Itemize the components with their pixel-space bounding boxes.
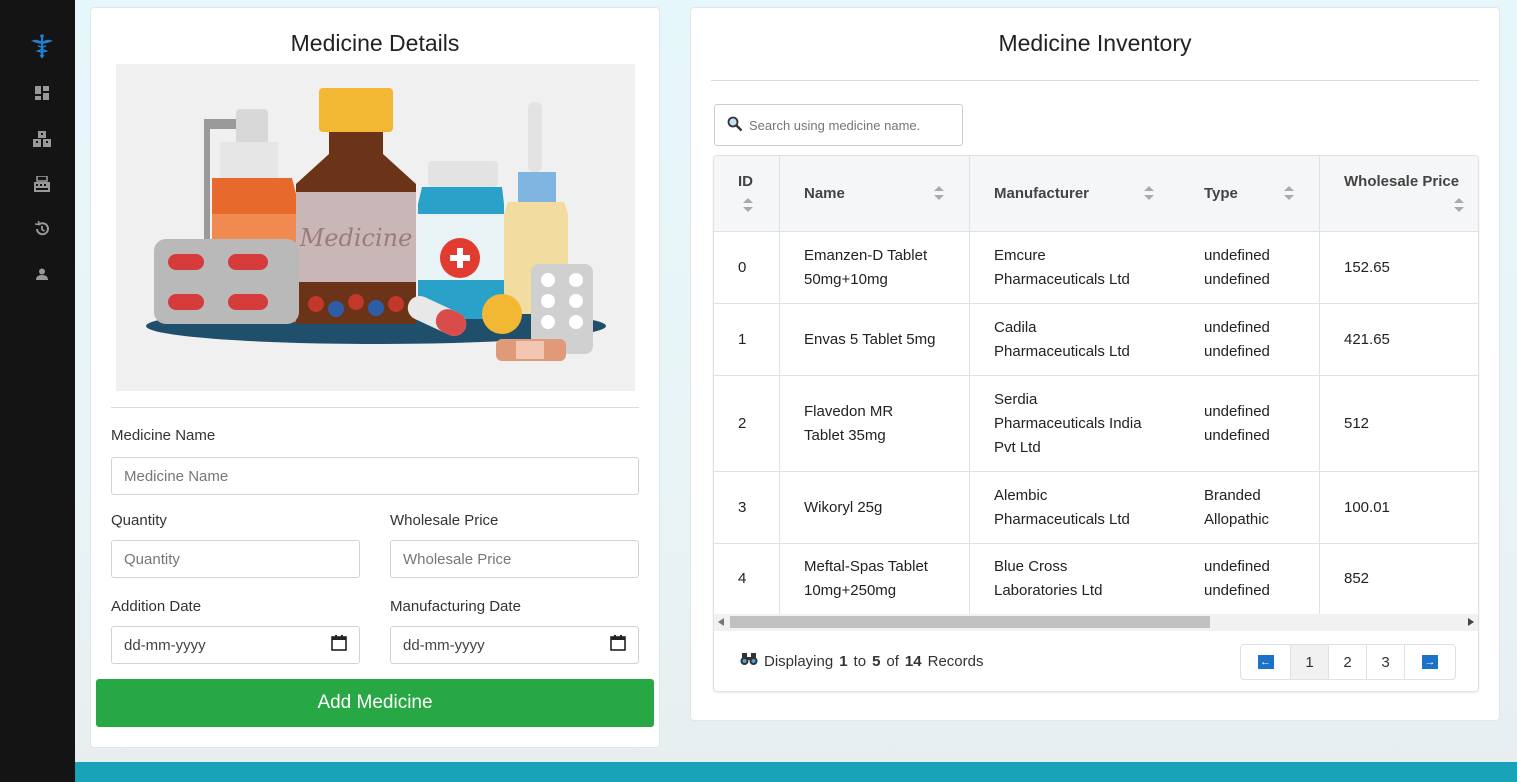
page-2-button[interactable]: 2 <box>1329 645 1367 679</box>
search-placeholder: Search using medicine name. <box>749 117 921 133</box>
manufacturing-date-input[interactable]: dd-mm-yyyy <box>390 626 639 664</box>
cell-type: undefined undefined <box>1204 403 1270 444</box>
medicine-illustration: Medicine <box>116 64 635 391</box>
sort-icon[interactable] <box>934 186 944 200</box>
sidebar <box>0 0 75 782</box>
cell-name: Meftal-Spas Tablet 10mg+250mg <box>804 558 928 599</box>
wholesale-price-input[interactable] <box>390 540 639 578</box>
sort-icon[interactable] <box>743 198 753 212</box>
manufacturing-date-value: dd-mm-yyyy <box>403 636 485 654</box>
manufacturing-date-label: Manufacturing Date <box>390 598 521 615</box>
wholesale-price-label: Wholesale Price <box>390 512 499 529</box>
dashboard-icon[interactable] <box>32 83 52 103</box>
quantity-label: Quantity <box>111 512 167 529</box>
cell-wholesale-price: 100.01 <box>1344 499 1390 516</box>
cell-type: undefined undefined <box>1204 319 1270 360</box>
scroll-right-icon[interactable] <box>1468 618 1474 626</box>
cell-wholesale-price: 152.65 <box>1344 259 1390 276</box>
cell-id: 0 <box>738 259 747 276</box>
table-row[interactable]: 0 Emanzen-D Tablet 50mg+10mg Emcure Pharma… <box>714 232 1478 304</box>
records-summary: Displaying 1 to 5 of 14 Records <box>740 652 983 670</box>
medicine-name-input[interactable] <box>111 457 639 495</box>
cell-id: 3 <box>738 499 747 516</box>
cell-name: Wikoryl 25g <box>804 499 883 516</box>
column-header-manufacturer[interactable]: Manufacturer <box>994 185 1089 202</box>
search-input[interactable]: Search using medicine name. <box>714 104 963 146</box>
cell-manufacturer: Serdia Pharmaceuticals India Pvt Ltd <box>994 391 1142 456</box>
cell-wholesale-price: 512 <box>1344 415 1370 432</box>
prev-page-button[interactable]: ← <box>1241 645 1291 679</box>
cell-wholesale-price: 852 <box>1344 570 1370 587</box>
sort-icon[interactable] <box>1144 186 1154 200</box>
cell-name: Flavedon MR Tablet 35mg <box>804 403 894 444</box>
addition-date-label: Addition Date <box>111 598 202 615</box>
binoculars-icon <box>740 652 758 670</box>
cell-manufacturer: Cadila Pharmaceuticals Ltd <box>994 319 1130 360</box>
scrollbar-thumb[interactable] <box>730 616 1210 628</box>
page-3-button[interactable]: 3 <box>1367 645 1405 679</box>
medicine-inventory-card: Medicine Inventory Search using medicine… <box>690 7 1500 721</box>
cell-wholesale-price: 421.65 <box>1344 331 1390 348</box>
inventory-table: ID Name Manufacturer Type Wholesale Pric… <box>713 155 1479 692</box>
calendar-icon[interactable] <box>610 635 626 655</box>
quantity-input[interactable] <box>111 540 360 578</box>
cell-name: Emanzen-D Tablet 50mg+10mg <box>804 247 928 288</box>
medicine-name-label: Medicine Name <box>111 427 216 444</box>
cell-type: Branded Allopathic <box>1204 487 1270 528</box>
sort-icon[interactable] <box>1284 186 1294 200</box>
table-row[interactable]: 4 Meftal-Spas Tablet 10mg+250mg Blue Cros… <box>714 544 1478 614</box>
history-icon[interactable] <box>32 219 52 239</box>
medicine-details-card: Medicine Details Medicine Medicine Name … <box>90 7 660 748</box>
billing-icon[interactable] <box>32 174 52 194</box>
search-icon <box>727 116 743 135</box>
table-row[interactable]: 2 Flavedon MR Tablet 35mg Serdia Pharmaceu… <box>714 376 1478 472</box>
cell-manufacturer: Emcure Pharmaceuticals Ltd <box>994 247 1130 288</box>
medicine-details-title: Medicine Details <box>290 30 460 56</box>
calendar-icon[interactable] <box>331 635 347 655</box>
table-row[interactable]: 1 Envas 5 Tablet 5mg Cadila Pharmaceutica… <box>714 304 1478 376</box>
column-header-id[interactable]: ID <box>738 173 753 190</box>
scroll-left-icon[interactable] <box>718 618 724 626</box>
addition-date-input[interactable]: dd-mm-yyyy <box>111 626 360 664</box>
inventory-divider <box>711 80 1479 81</box>
column-header-wholesale-price[interactable]: Wholesale Price <box>1344 173 1459 190</box>
table-header: ID Name Manufacturer Type Wholesale Pric… <box>714 156 1478 232</box>
cell-type: undefined undefined <box>1204 558 1270 599</box>
cell-id: 4 <box>738 570 747 587</box>
arrow-left-icon: ← <box>1257 655 1274 669</box>
inventory-icon[interactable] <box>32 129 52 149</box>
cell-name: Envas 5 Tablet 5mg <box>804 331 936 348</box>
cell-id: 2 <box>738 415 747 432</box>
caduceus-logo-icon[interactable] <box>28 32 56 60</box>
details-divider <box>111 407 639 408</box>
cell-manufacturer: Blue Cross Laboratories Ltd <box>994 558 1103 599</box>
column-header-type[interactable]: Type <box>1204 185 1238 202</box>
page-1-button[interactable]: 1 <box>1291 645 1329 679</box>
column-header-name[interactable]: Name <box>804 185 845 202</box>
bottom-bar <box>75 762 1517 782</box>
next-page-button[interactable]: → <box>1405 645 1455 679</box>
illustration-caption: Medicine <box>299 224 413 252</box>
add-medicine-button[interactable]: Add Medicine <box>96 679 654 727</box>
addition-date-value: dd-mm-yyyy <box>124 636 206 654</box>
horizontal-scrollbar[interactable] <box>714 614 1478 631</box>
sort-icon[interactable] <box>1454 198 1464 212</box>
arrow-right-icon: → <box>1422 655 1438 669</box>
table-row[interactable]: 3 Wikoryl 25g Alembic Pharmaceuticals Ltd… <box>714 472 1478 544</box>
user-icon[interactable] <box>32 264 52 284</box>
medicine-inventory-title: Medicine Inventory <box>998 30 1192 56</box>
pagination: ← 1 2 3 → <box>1240 644 1456 680</box>
cell-manufacturer: Alembic Pharmaceuticals Ltd <box>994 487 1130 528</box>
cell-type: undefined undefined <box>1204 247 1270 288</box>
cell-id: 1 <box>738 331 747 348</box>
